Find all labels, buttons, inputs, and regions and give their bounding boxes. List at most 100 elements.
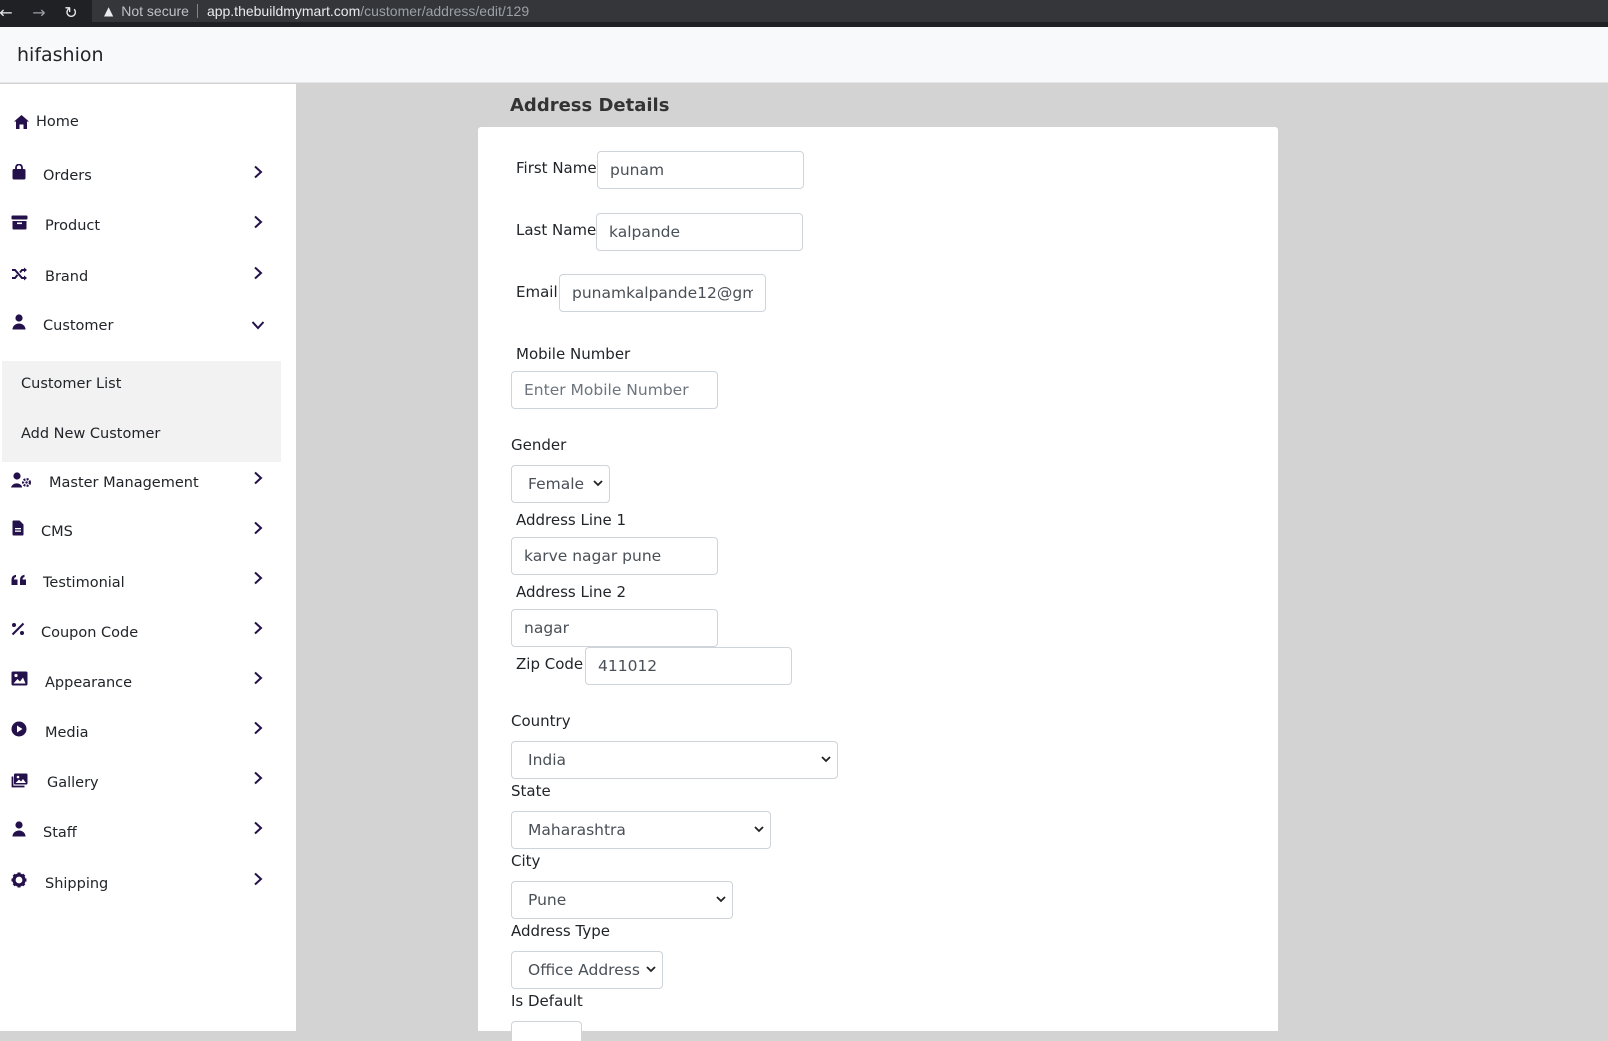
address-line-2-label: Address Line 2 xyxy=(516,583,627,601)
forward-icon[interactable]: → xyxy=(27,2,51,22)
chevron-right-icon xyxy=(254,821,263,835)
sidebar-item-label: Shipping xyxy=(45,876,109,892)
address-type-value: Office Address xyxy=(528,961,640,979)
play-circle-icon xyxy=(9,719,29,739)
sidebar-item-customer[interactable]: Customer xyxy=(0,303,296,347)
is-default-select[interactable] xyxy=(511,1021,582,1041)
submenu-add-new-customer[interactable]: Add New Customer xyxy=(21,426,160,442)
address-type-select[interactable]: Office Address xyxy=(511,951,663,989)
sidebar-item-home[interactable]: Home xyxy=(0,100,296,144)
customer-submenu: Customer List Add New Customer xyxy=(2,361,281,462)
url-path: /customer/address/edit/129 xyxy=(360,3,530,19)
sidebar-item-coupon-code[interactable]: Coupon Code xyxy=(0,609,296,653)
archive-icon xyxy=(9,212,29,232)
address-type-label: Address Type xyxy=(511,922,610,940)
images-icon xyxy=(9,770,29,790)
shuffle-icon xyxy=(9,264,29,284)
address-line-1-input[interactable] xyxy=(511,537,718,575)
address-line-1-label: Address Line 1 xyxy=(516,511,627,529)
first-name-input[interactable] xyxy=(597,151,804,189)
state-label: State xyxy=(511,782,551,800)
sidebar-item-label: CMS xyxy=(41,524,73,540)
sidebar-item-shipping[interactable]: Shipping xyxy=(0,859,296,903)
chevron-right-icon xyxy=(254,671,263,685)
user-gear-icon xyxy=(10,470,32,490)
mobile-number-input[interactable] xyxy=(511,371,718,409)
zip-code-input[interactable] xyxy=(585,647,792,685)
browser-toolbar: ← → ↻ ▲ Not secure app.thebuildmymart.co… xyxy=(0,0,1608,27)
last-name-input[interactable] xyxy=(596,213,803,251)
chevron-right-icon xyxy=(254,771,263,785)
app-header: hifashion xyxy=(0,27,1608,83)
address-line-2-input[interactable] xyxy=(511,609,718,647)
chevron-right-icon xyxy=(254,165,263,179)
brand-name[interactable]: hifashion xyxy=(17,44,104,66)
chevron-right-icon xyxy=(254,215,263,229)
city-select[interactable]: Pune xyxy=(511,881,733,919)
security-label: Not secure xyxy=(121,3,189,19)
zip-code-label: Zip Code xyxy=(516,655,584,673)
home-icon xyxy=(11,112,31,132)
back-icon[interactable]: ← xyxy=(0,2,18,22)
chevron-right-icon xyxy=(254,721,263,735)
state-select[interactable]: Maharashtra xyxy=(511,811,771,849)
percent-icon xyxy=(8,619,28,639)
last-name-label: Last Name xyxy=(516,221,597,239)
sidebar-item-label: Testimonial xyxy=(43,575,125,591)
chevron-down-icon xyxy=(251,321,265,330)
chevron-right-icon xyxy=(254,621,263,635)
address-bar[interactable]: ▲ Not secure app.thebuildmymart.com/cust… xyxy=(92,0,1608,22)
chevron-down-icon xyxy=(754,826,764,833)
warning-icon: ▲ xyxy=(104,4,114,18)
email-input[interactable] xyxy=(559,274,766,312)
city-label: City xyxy=(511,852,541,870)
sidebar-item-label: Home xyxy=(36,114,79,130)
country-select[interactable]: India xyxy=(511,741,838,779)
sidebar-item-master-management[interactable]: Master Management xyxy=(0,459,296,503)
url-host: app.thebuildmymart.com xyxy=(206,3,361,19)
chevron-right-icon xyxy=(254,872,263,886)
quote-icon xyxy=(9,570,29,590)
gender-select[interactable]: Female xyxy=(511,465,610,503)
mobile-number-label: Mobile Number xyxy=(516,345,631,363)
chevron-down-icon xyxy=(646,966,656,973)
gear-icon xyxy=(9,870,29,890)
chevron-down-icon xyxy=(821,756,831,763)
country-value: India xyxy=(528,751,567,769)
image-icon xyxy=(9,668,29,688)
chevron-down-icon xyxy=(716,896,726,903)
sidebar-item-staff[interactable]: Staff xyxy=(0,809,296,853)
sidebar-item-cms[interactable]: CMS xyxy=(0,509,296,553)
country-label: Country xyxy=(511,712,571,730)
sidebar-item-testimonial[interactable]: Testimonial xyxy=(0,559,296,603)
file-icon xyxy=(8,518,28,538)
sidebar-item-label: Master Management xyxy=(49,475,199,491)
city-value: Pune xyxy=(528,891,567,909)
first-name-label: First Name xyxy=(516,159,597,177)
gender-value: Female xyxy=(528,475,585,493)
sidebar-item-media[interactable]: Media xyxy=(0,709,296,753)
sidebar-item-orders[interactable]: Orders xyxy=(0,153,296,197)
sidebar-item-label: Brand xyxy=(45,269,89,285)
sidebar-item-product[interactable]: Product xyxy=(0,203,296,247)
email-label: Email xyxy=(516,283,558,301)
sidebar-item-label: Customer xyxy=(43,318,114,334)
is-default-label: Is Default xyxy=(511,992,583,1010)
sidebar-item-label: Staff xyxy=(43,825,77,841)
user-icon xyxy=(9,819,29,839)
chevron-down-icon xyxy=(593,480,603,487)
url-divider xyxy=(196,4,198,18)
sidebar-item-gallery[interactable]: Gallery xyxy=(0,759,296,803)
sidebar-item-label: Appearance xyxy=(45,675,133,691)
sidebar-item-label: Media xyxy=(45,725,89,741)
gender-label: Gender xyxy=(511,436,567,454)
sidebar-item-appearance[interactable]: Appearance xyxy=(0,659,296,703)
sidebar-item-label: Orders xyxy=(43,168,92,184)
submenu-customer-list[interactable]: Customer List xyxy=(21,376,121,392)
chevron-right-icon xyxy=(254,471,263,485)
state-value: Maharashtra xyxy=(528,821,626,839)
reload-icon[interactable]: ↻ xyxy=(59,2,83,22)
sidebar-item-brand[interactable]: Brand xyxy=(0,253,296,297)
page-title: Address Details xyxy=(510,95,670,116)
user-icon xyxy=(9,312,29,332)
